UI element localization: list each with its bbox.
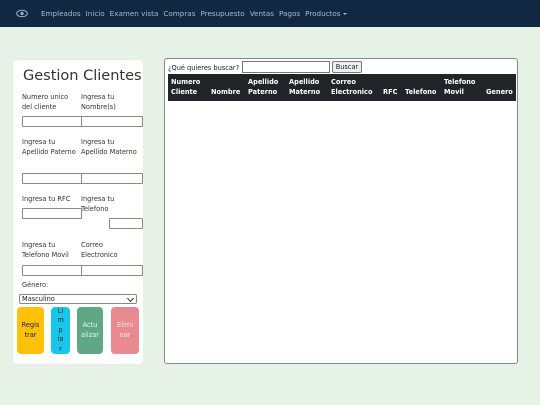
nav-link-examen-vista[interactable]: Examen vista — [110, 9, 159, 18]
label-numero-cliente: Numero unico del cliente — [22, 93, 69, 111]
label-telefono: Ingresa tu Telefono — [81, 195, 115, 213]
top-navbar: Empleados Inicio Examen vista Compras Pr… — [0, 0, 540, 27]
nav-link-compras[interactable]: Compras — [163, 9, 195, 18]
nav-link-empleados[interactable]: Empleados — [41, 9, 81, 18]
limpiar-button-label: Limpiar — [57, 306, 64, 353]
column-header-nombre: Nombre — [211, 87, 241, 96]
apellido-paterno-input[interactable] — [22, 173, 82, 184]
nav-dropdown-productos-label: Productos — [305, 9, 341, 18]
column-header-apellido-materno: Apellido Materno — [289, 78, 321, 96]
telefono-movil-input[interactable] — [22, 265, 82, 276]
genero-selected-value: Masculino — [22, 295, 55, 303]
label-telefono-movil: Ingresa tu Telefono Movil — [22, 241, 69, 259]
registrar-button[interactable]: Registrar — [17, 307, 44, 354]
nav-links: Empleados Inicio Examen vista Compras Pr… — [41, 0, 347, 27]
clients-table-card: ¿Qué quieres buscar? Buscar Numero Clien… — [164, 58, 518, 364]
label-apellido-paterno: Ingresa tu Apellido Paterno — [22, 138, 76, 156]
column-header-correo: Correo Electronico — [331, 78, 373, 96]
eliminar-button-label: Eliminar — [116, 321, 134, 339]
label-nombre: Ingresa tu Nombre(s) — [81, 93, 116, 111]
actualizar-button[interactable]: Actualizar — [77, 307, 103, 354]
column-header-apellido-paterno: Apellido Paterno — [248, 78, 279, 96]
label-apellido-materno: Ingresa tu Apellido Materno — [81, 138, 137, 156]
label-genero: Género: — [22, 281, 49, 289]
chevron-down-icon — [342, 13, 347, 15]
client-form-card: Gestion Clientes Numero unico del client… — [13, 60, 143, 364]
column-header-telefono-movil: Telefono Movil — [444, 78, 476, 96]
numero-cliente-input[interactable] — [22, 116, 82, 127]
nombre-input[interactable] — [81, 116, 143, 127]
form-title: Gestion Clientes — [23, 68, 142, 84]
column-header-numero-cliente: Numero Cliente — [171, 78, 201, 96]
nav-link-ventas[interactable]: Ventas — [250, 9, 274, 18]
search-label: ¿Qué quieres buscar? — [168, 64, 240, 72]
correo-input[interactable] — [81, 265, 143, 276]
column-header-genero: Genero — [486, 87, 513, 96]
rfc-input[interactable] — [22, 208, 82, 219]
genero-select[interactable]: Masculino — [19, 294, 137, 304]
label-rfc: Ingresa tu RFC — [22, 195, 71, 203]
label-correo: Correo Electronico — [81, 241, 118, 259]
eliminar-button[interactable]: Eliminar — [111, 307, 139, 354]
nav-dropdown-productos[interactable]: Productos — [305, 9, 347, 18]
registrar-button-label: Registrar — [21, 321, 40, 339]
telefono-input[interactable] — [109, 218, 143, 229]
apellido-materno-input[interactable] — [81, 173, 143, 184]
actualizar-button-label: Actualizar — [81, 321, 99, 339]
nav-link-pagos[interactable]: Pagos — [279, 9, 300, 18]
table-header-row: Numero Cliente Nombre Apellido Paterno A… — [168, 74, 516, 101]
search-button[interactable]: Buscar — [332, 61, 362, 73]
nav-link-presupuesto[interactable]: Presupuesto — [200, 9, 244, 18]
chevron-down-icon — [126, 294, 135, 303]
column-header-rfc: RFC — [383, 87, 398, 96]
search-input[interactable] — [242, 61, 330, 73]
eye-icon[interactable] — [16, 9, 28, 18]
nav-link-inicio[interactable]: Inicio — [86, 9, 105, 18]
limpiar-button[interactable]: Limpiar — [51, 307, 70, 354]
column-header-telefono: Telefono — [405, 87, 437, 96]
